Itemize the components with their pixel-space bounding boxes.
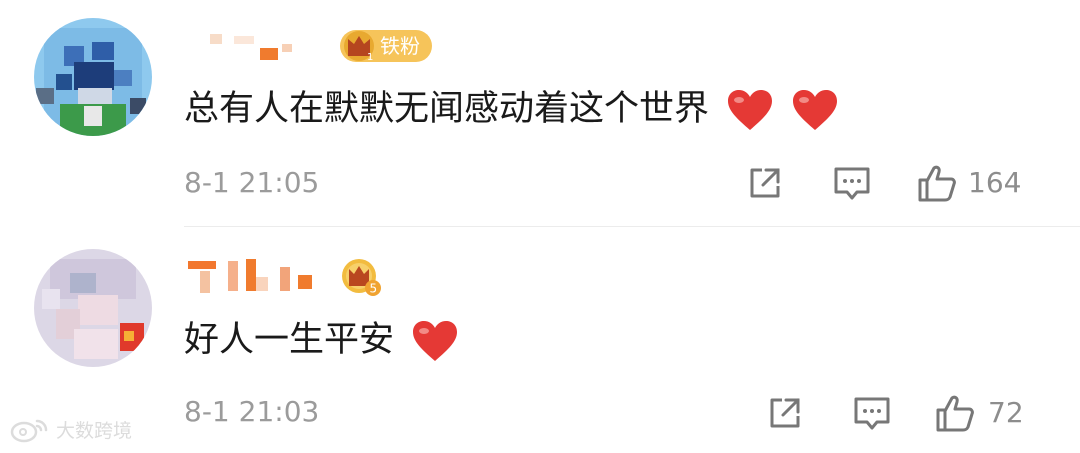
svg-text:1: 1 xyxy=(367,52,373,63)
heart-emoji-icon xyxy=(413,321,458,361)
comment-icon[interactable] xyxy=(832,164,872,204)
avatar[interactable] xyxy=(34,249,152,367)
fan-level-badge[interactable]: 5 xyxy=(340,257,382,297)
like-count: 72 xyxy=(988,396,1024,429)
comment-time: 8-1 21:03 xyxy=(184,395,320,428)
watermark-text: 大数跨境 xyxy=(56,420,133,442)
fan-badge[interactable]: 1 铁粉 xyxy=(340,30,432,63)
avatar[interactable] xyxy=(34,18,152,136)
comment-actions: 72 xyxy=(762,390,1042,440)
weibo-logo-icon xyxy=(10,419,48,442)
repost-icon[interactable] xyxy=(746,164,784,202)
badge-level: 5 xyxy=(370,282,378,296)
like-icon[interactable] xyxy=(916,162,958,204)
comment-item: 1 铁粉 总有人在默默无闻感动着这个世界 8-1 21:05 164 xyxy=(0,0,1080,226)
comment-item: 5 好人一生平安 8-1 21:03 72 xyxy=(0,227,1080,453)
badge-label: 铁粉 xyxy=(380,34,420,58)
comment-icon[interactable] xyxy=(852,394,892,434)
crown-badge-icon: 5 xyxy=(342,259,381,296)
comment-text: 好人一生平安 xyxy=(184,315,459,365)
username-redacted[interactable] xyxy=(186,259,336,299)
like-count: 164 xyxy=(968,166,1022,199)
heart-emoji-icon xyxy=(728,90,773,130)
username-redacted[interactable] xyxy=(200,22,300,62)
repost-icon[interactable] xyxy=(766,394,804,432)
watermark: 大数跨境 xyxy=(10,416,132,443)
comment-actions: 164 xyxy=(742,160,1042,210)
crown-badge-icon: 1 xyxy=(344,31,374,63)
heart-emoji-icon xyxy=(793,90,838,130)
like-icon[interactable] xyxy=(934,392,976,434)
comment-text: 总有人在默默无闻感动着这个世界 xyxy=(184,84,839,134)
comment-time: 8-1 21:05 xyxy=(184,166,320,199)
